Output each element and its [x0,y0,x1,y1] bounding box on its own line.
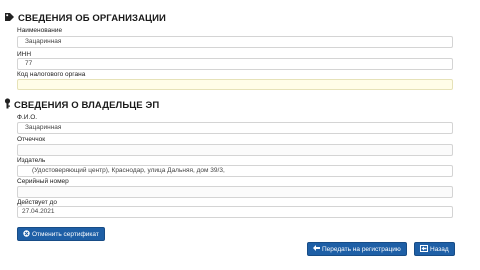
inn-label: ИНН [17,51,32,58]
cancel-circle-icon [23,229,30,239]
valid-until-label: Действует до [17,199,57,206]
send-registration-button[interactable]: Передать на регистрацию [307,242,407,256]
inn-field[interactable]: 77 [17,58,453,70]
valid-until-field[interactable]: 27.04.2021 [17,206,453,218]
name-label: Наименование [17,27,63,34]
fio-field[interactable]: Зацаринная [17,122,453,134]
issuer-field[interactable]: (Удостоверяющий центр), Краснодар, улица… [17,165,453,177]
serial-field[interactable] [17,186,453,198]
tax-code-label: Код налогового органа [17,71,86,78]
patronymic-field[interactable] [17,144,453,156]
back-box-icon [420,244,428,254]
name-field[interactable]: Зацаринная [17,36,453,48]
arrow-left-icon [313,245,320,253]
owner-section-title: СВЕДЕНИЯ О ВЛАДЕЛЬЦЕ ЭП [4,98,159,112]
cancel-certificate-label: Отменить сертификат [32,230,99,238]
patronymic-label: Отчеччок [17,136,46,143]
org-section-title: СВЕДЕНИЯ ОБ ОРГАНИЗАЦИИ [4,12,166,25]
serial-label: Серийный номер [17,178,69,185]
tag-icon [4,12,15,25]
issuer-label: Издатель [17,157,46,164]
cancel-certificate-button[interactable]: Отменить сертификат [17,227,105,241]
owner-title-text: СВЕДЕНИЯ О ВЛАДЕЛЬЦЕ ЭП [14,99,160,111]
back-button[interactable]: Назад [414,242,455,256]
send-registration-label: Передать на регистрацию [322,245,401,253]
tax-code-field[interactable] [17,79,453,90]
fio-label: Ф.И.О. [17,114,38,121]
key-icon [4,98,11,112]
org-title-text: СВЕДЕНИЯ ОБ ОРГАНИЗАЦИИ [18,13,166,24]
back-label: Назад [430,245,449,253]
